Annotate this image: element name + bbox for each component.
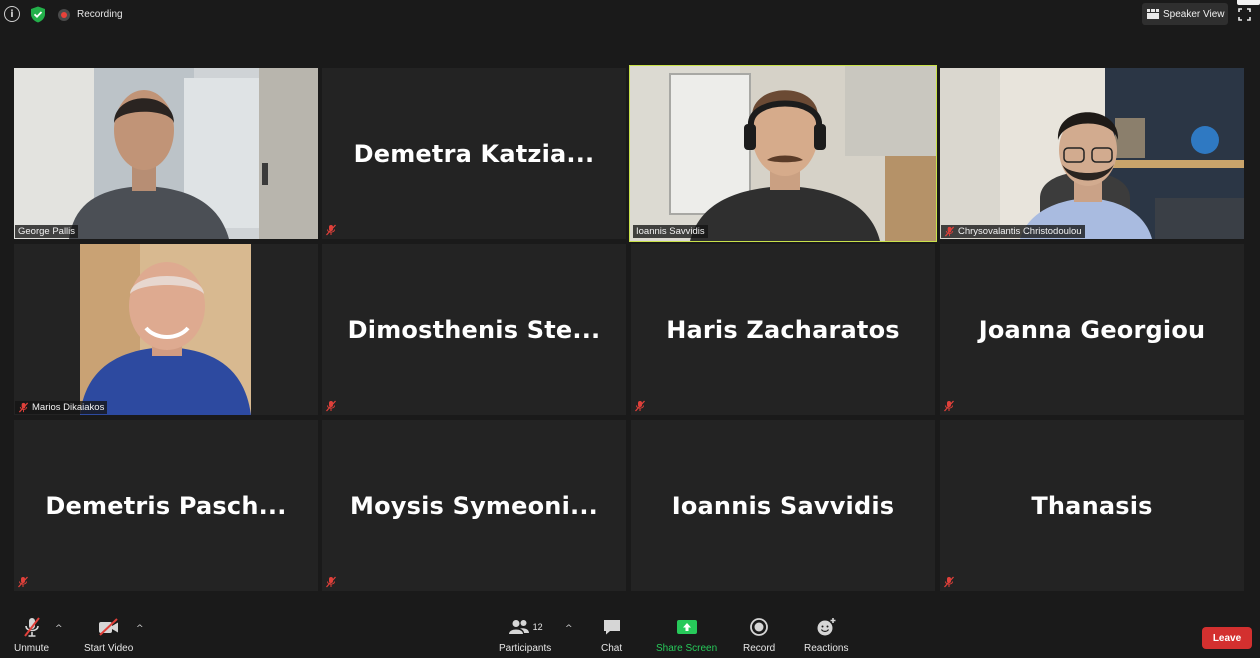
video-options-chevron-icon[interactable]: ^ (136, 624, 144, 634)
participant-tile-haris-zacharatos[interactable]: Haris Zacharatos (631, 244, 935, 415)
reactions-label: Reactions (804, 643, 849, 654)
participant-display-name: Dimosthenis Ste... (347, 315, 601, 344)
participant-name-tag: Ioannis Savvidis (633, 225, 708, 238)
start-video-label: Start Video (84, 643, 134, 654)
recording-icon (58, 9, 70, 21)
video-off-icon (97, 616, 121, 638)
muted-mic-icon (326, 224, 336, 236)
participant-tile-moysis[interactable]: Moysis Symeoni... (322, 420, 626, 591)
clipped-corner-label (1237, 0, 1260, 5)
muted-microphone-icon (22, 616, 42, 638)
muted-mic-icon (635, 400, 645, 412)
participant-tile-george-pallis[interactable]: George Pallis (14, 68, 318, 239)
share-screen-label: Share Screen (656, 643, 718, 654)
participant-name: Ioannis Savvidis (636, 226, 705, 237)
muted-mic-icon (326, 576, 336, 588)
muted-mic-icon (326, 400, 336, 412)
reactions-icon (815, 616, 837, 638)
participant-display-name: Moysis Symeoni... (350, 491, 598, 520)
info-icon[interactable]: i (4, 6, 20, 22)
participants-options-chevron-icon[interactable]: ^ (565, 624, 573, 634)
participant-name-tag: Chrysovalantis Christodoulou (941, 225, 1085, 238)
fullscreen-icon[interactable] (1238, 8, 1251, 21)
participant-tile-thanasis[interactable]: Thanasis (940, 420, 1244, 591)
reactions-button[interactable]: Reactions (804, 616, 848, 654)
participant-display-name: Joanna Georgiou (978, 315, 1206, 344)
participant-tile-dimosthenis[interactable]: Dimosthenis Ste... (322, 244, 626, 415)
participants-count: 12 (532, 622, 543, 632)
chat-button[interactable]: Chat (601, 616, 622, 654)
recording-label: Recording (77, 9, 123, 20)
unmute-label: Unmute (14, 643, 50, 654)
participant-name-tag: Marios Dikaiakos (15, 401, 108, 414)
muted-mic-icon (944, 576, 954, 588)
leave-button[interactable]: Leave (1202, 627, 1252, 649)
speaker-view-button[interactable]: Speaker View (1142, 3, 1228, 25)
record-icon (749, 616, 769, 638)
participants-button[interactable]: 12 Participants (499, 616, 551, 654)
participants-icon (508, 620, 529, 634)
participant-name: Chrysovalantis Christodoulou (958, 226, 1082, 237)
video-feed (630, 66, 936, 241)
participant-tile-chrysovalantis[interactable]: Chrysovalantis Christodoulou (940, 68, 1244, 239)
share-screen-button[interactable]: Share Screen (656, 616, 717, 654)
video-feed (940, 68, 1244, 239)
participant-tile-ioannis-savvidis-active[interactable]: Ioannis Savvidis (629, 65, 937, 242)
participant-name: Marios Dikaiakos (32, 402, 105, 413)
participant-display-name: Haris Zacharatos (666, 315, 900, 344)
participant-display-name: Demetra Katzia... (353, 139, 595, 168)
chat-label: Chat (601, 643, 623, 654)
video-feed (14, 68, 318, 239)
participant-tile-demetris[interactable]: Demetris Pasch... (14, 420, 318, 591)
participant-tile-ioannis-savvidis-2[interactable]: Ioannis Savvidis (631, 420, 935, 591)
start-video-button[interactable]: Start Video (84, 616, 133, 654)
participants-label: Participants (499, 643, 552, 654)
muted-mic-icon (944, 400, 954, 412)
participants-icon-group: 12 (508, 616, 543, 638)
meeting-toolbar: Unmute ^ Start Video ^ 12 Participants ^… (0, 612, 1260, 658)
zoom-meeting-window: i Recording Speaker View George Pallis D… (0, 0, 1260, 658)
unmute-button[interactable]: Unmute (14, 616, 49, 654)
muted-mic-icon (944, 226, 955, 237)
share-screen-icon (676, 616, 698, 638)
participant-name: George Pallis (18, 226, 76, 237)
participant-display-name: Ioannis Savvidis (671, 491, 895, 520)
top-bar: i Recording Speaker View (0, 0, 1260, 30)
participant-name-tag: George Pallis (15, 225, 79, 238)
participant-tile-joanna-georgiou[interactable]: Joanna Georgiou (940, 244, 1244, 415)
record-button[interactable]: Record (743, 616, 775, 654)
shield-check-icon[interactable] (30, 6, 46, 23)
participant-display-name: Thanasis (1031, 491, 1153, 520)
audio-options-chevron-icon[interactable]: ^ (55, 624, 63, 634)
chat-icon (602, 616, 622, 638)
participant-tile-demetra[interactable]: Demetra Katzia... (322, 68, 626, 239)
muted-mic-icon (18, 576, 28, 588)
participant-display-name: Demetris Pasch... (45, 491, 287, 520)
speaker-view-label: Speaker View (1163, 8, 1225, 20)
record-label: Record (743, 643, 776, 654)
video-feed (14, 244, 318, 415)
participant-tile-marios-dikaiakos[interactable]: Marios Dikaiakos (14, 244, 318, 415)
muted-mic-icon (18, 402, 29, 413)
speaker-view-icon (1147, 9, 1159, 19)
